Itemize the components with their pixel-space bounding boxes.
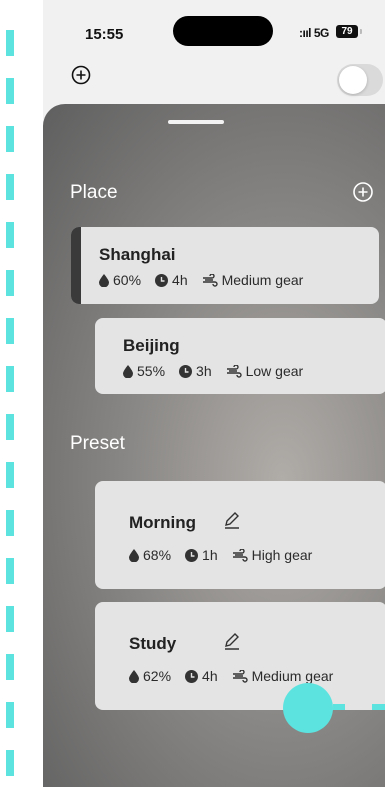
place-name: Beijing [123,336,180,355]
clock-icon [185,548,199,562]
signal-indicator: :ııl 5G [299,26,329,40]
status-bar: 15:55 :ııl 5G 79 [43,0,385,64]
water-drop-icon [123,364,133,378]
wind-icon [202,273,218,287]
gear-value: Low gear [245,363,304,379]
place-stats: 60% 4h Medium gear [99,272,317,288]
selected-indicator [71,227,81,304]
add-place-icon[interactable] [352,181,374,203]
humidity-value: 62% [143,668,172,684]
add-device-icon[interactable] [71,65,91,85]
gear-value: Medium gear [221,272,304,288]
touch-indicator [283,683,333,733]
sheet-drag-handle[interactable] [168,120,224,124]
place-section-title: Place [70,182,118,203]
water-drop-icon [129,548,139,562]
humidity-value: 55% [137,363,166,379]
pencil-icon[interactable] [223,632,241,650]
wind-icon [226,364,242,378]
water-drop-icon [99,273,109,287]
preset-stats: 62% 4h Medium gear [129,668,347,684]
wind-icon [232,669,248,683]
toggle-knob [339,66,367,94]
time-value: 1h [202,547,218,563]
dynamic-island [173,16,273,46]
place-stats: 55% 3h Low gear [123,363,317,379]
battery-indicator: 79 [336,25,362,38]
status-time: 15:55 [85,26,124,43]
preset-card-study[interactable]: Study 62% 4h Medium gear [95,602,385,710]
clock-icon [155,273,169,287]
time-value: 4h [172,272,188,288]
wind-icon [232,548,248,562]
place-card-beijing[interactable]: Beijing 55% 3h Low gear [95,318,385,394]
humidity-value: 68% [143,547,172,563]
guide-dashed-line [6,30,14,787]
place-name: Shanghai [99,245,176,264]
time-value: 4h [202,668,218,684]
preset-stats: 68% 1h High gear [129,547,326,563]
clock-icon [179,364,193,378]
humidity-value: 60% [113,272,142,288]
preset-section-title: Preset [70,433,125,454]
preset-card-morning[interactable]: Morning 68% 1h High gear [95,481,385,589]
touch-trail [372,704,385,710]
water-drop-icon [129,669,139,683]
preset-name: Morning [129,513,197,532]
touch-trail [333,704,345,710]
bottom-sheet: Place Shanghai 60% 4h Medium gear Beijin… [43,104,385,787]
phone-screen: 15:55 :ııl 5G 79 Place Shanghai 60% 4h M… [43,0,385,787]
preset-name: Study [129,634,177,653]
place-card-shanghai[interactable]: Shanghai 60% 4h Medium gear [71,227,379,304]
pencil-icon[interactable] [223,511,241,529]
gear-value: High gear [251,547,313,563]
clock-icon [185,669,199,683]
time-value: 3h [196,363,212,379]
gear-value: Medium gear [251,668,334,684]
power-toggle[interactable] [337,64,383,96]
